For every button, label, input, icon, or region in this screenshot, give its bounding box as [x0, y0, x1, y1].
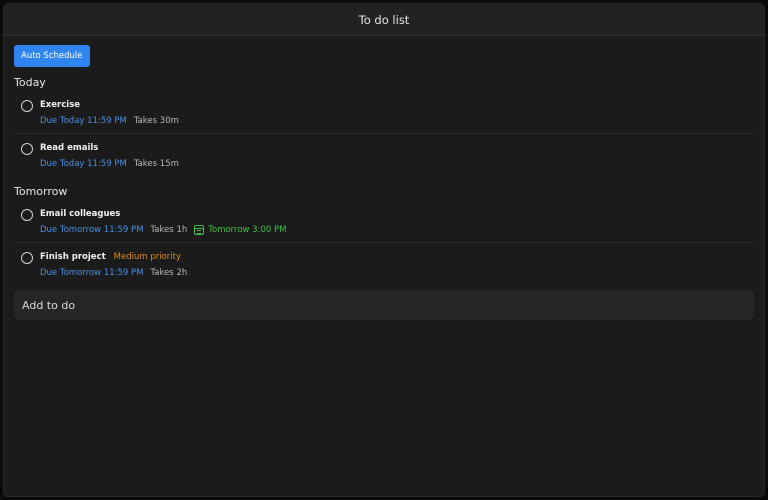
complete-radio[interactable] [21, 209, 33, 221]
window-title: To do list [358, 12, 410, 27]
task-name: Finish project [40, 252, 106, 262]
main-content: Auto Schedule Today Exercise Due Today 1… [4, 36, 764, 320]
title-bar: To do list [4, 4, 764, 36]
task-due: Due Tomorrow 11:59 PM [40, 225, 144, 235]
add-todo-placeholder: Add to do [22, 298, 76, 312]
priority-label: Medium priority [113, 252, 182, 262]
scheduled-time[interactable]: Tomorrow 3:00 PM [194, 225, 286, 235]
task-duration: Takes 2h [150, 268, 188, 278]
section-header-today: Today [14, 76, 46, 89]
complete-radio[interactable] [21, 143, 33, 155]
task-due: Due Tomorrow 11:59 PM [40, 268, 144, 278]
task-item[interactable]: Finish project Medium priority Due Tomor… [14, 243, 754, 286]
calendar-icon [194, 225, 205, 235]
task-name: Exercise [40, 100, 81, 110]
task-due: Due Today 11:59 PM [40, 159, 127, 169]
task-name: Read emails [40, 143, 99, 153]
task-item[interactable]: Email colleagues Due Tomorrow 11:59 PM T… [14, 200, 754, 243]
complete-radio[interactable] [21, 100, 33, 112]
task-duration: Takes 15m [133, 159, 179, 169]
task-due: Due Today 11:59 PM [40, 116, 127, 126]
scheduled-label: Tomorrow 3:00 PM [208, 225, 287, 235]
section-header-tomorrow: Tomorrow [14, 185, 68, 198]
app-window: To do list Auto Schedule Today Exercise … [3, 3, 765, 497]
task-item[interactable]: Exercise Due Today 11:59 PM Takes 30m [14, 91, 754, 134]
add-todo-input[interactable]: Add to do [14, 290, 754, 320]
task-name: Email colleagues [40, 209, 121, 219]
auto-schedule-button[interactable]: Auto Schedule [14, 45, 90, 67]
task-duration: Takes 30m [133, 116, 179, 126]
complete-radio[interactable] [21, 252, 33, 264]
task-duration: Takes 1h [150, 225, 188, 235]
task-item[interactable]: Read emails Due Today 11:59 PM Takes 15m [14, 134, 754, 177]
